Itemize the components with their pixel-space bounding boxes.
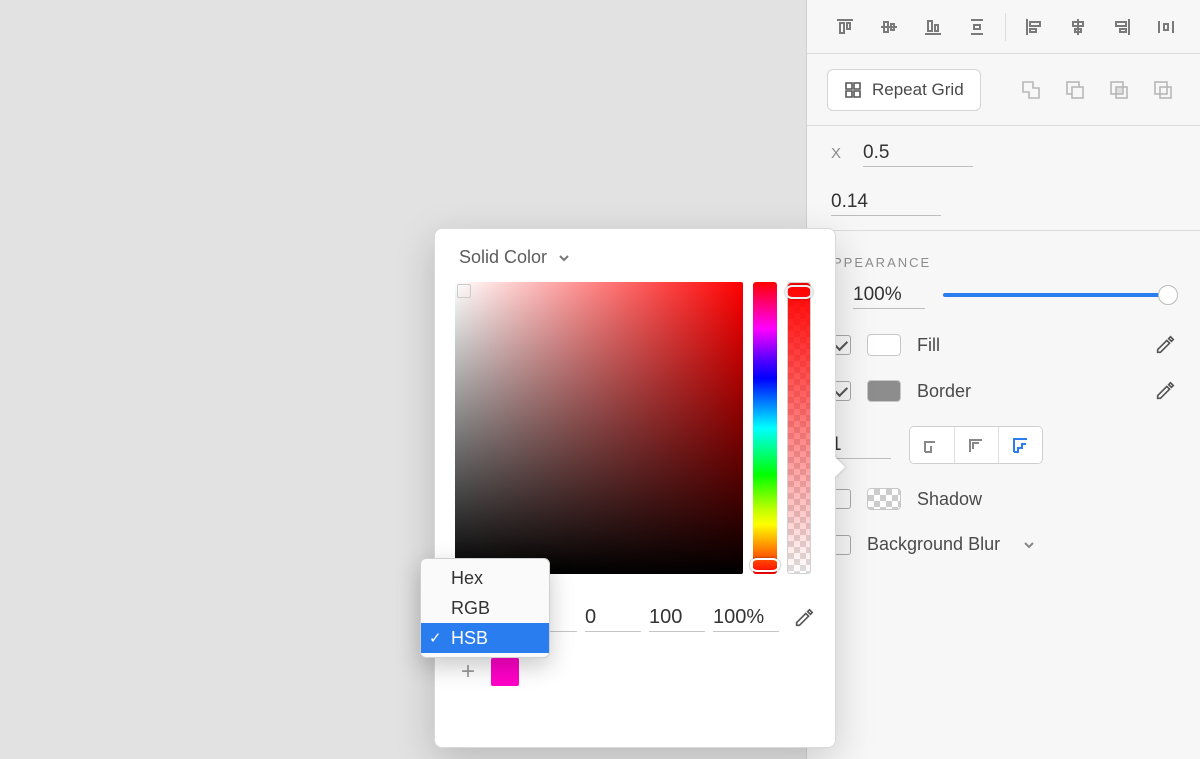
opacity-slider[interactable] — [943, 284, 1176, 306]
distribute-v-icon[interactable] — [955, 7, 999, 47]
bool-exclude-icon[interactable] — [1146, 73, 1180, 107]
boolean-ops — [1014, 73, 1180, 107]
border-eyedropper-icon[interactable] — [1154, 380, 1176, 402]
repeat-grid-button[interactable]: Repeat Grid — [827, 69, 981, 111]
transform-section: X — [807, 126, 1200, 231]
align-hcenter-icon[interactable] — [1056, 7, 1100, 47]
bgblur-row: Background Blur — [831, 534, 1176, 555]
shadow-row: Shadow — [831, 488, 1176, 510]
shadow-swatch[interactable] — [867, 488, 901, 510]
bool-union-icon[interactable] — [1014, 73, 1048, 107]
color-model-option-rgb[interactable]: RGB — [421, 593, 549, 623]
align-top-icon[interactable] — [823, 7, 867, 47]
color-model-option-hsb[interactable]: HSB — [421, 623, 549, 653]
sb-cursor[interactable] — [457, 284, 471, 298]
chevron-down-icon[interactable] — [1022, 538, 1036, 552]
slider-thumb[interactable] — [1158, 285, 1178, 305]
color-model-menu: Hex RGB HSB — [420, 558, 550, 658]
hue-slider[interactable] — [753, 282, 777, 574]
chevron-down-icon — [557, 251, 571, 265]
hue-thumb[interactable] — [750, 558, 780, 572]
stroke-outer-button[interactable] — [998, 427, 1042, 463]
opacity-input[interactable] — [853, 282, 925, 309]
color-mode-dropdown[interactable]: Solid Color — [455, 245, 815, 282]
stroke-center-button[interactable] — [954, 427, 998, 463]
appearance-section: Fill Border — [807, 280, 1200, 555]
b-input[interactable] — [649, 604, 705, 632]
color-mode-label: Solid Color — [459, 247, 547, 268]
bool-subtract-icon[interactable] — [1058, 73, 1092, 107]
tool-row: Repeat Grid — [807, 54, 1200, 126]
picker-eyedropper-icon[interactable] — [793, 607, 815, 629]
align-right-icon[interactable] — [1100, 7, 1144, 47]
border-label: Border — [917, 381, 971, 402]
x-input[interactable] — [863, 140, 973, 167]
add-swatch-button[interactable]: + — [455, 659, 481, 685]
align-bottom-icon[interactable] — [911, 7, 955, 47]
appearance-section-title: PPEARANCE — [807, 231, 1200, 280]
border-row: Border — [831, 380, 1176, 402]
border-swatch[interactable] — [867, 380, 901, 402]
border-detail-row — [831, 426, 1176, 464]
alpha-slider[interactable] — [787, 282, 811, 574]
saturation-brightness-field[interactable] — [455, 282, 743, 574]
bgblur-label: Background Blur — [867, 534, 1000, 555]
grid-icon — [844, 81, 862, 99]
shadow-label: Shadow — [917, 489, 982, 510]
secondary-value-input[interactable] — [831, 189, 941, 216]
fill-eyedropper-icon[interactable] — [1154, 334, 1176, 356]
inspector-panel: Repeat Grid X PPEARANCE — [806, 0, 1200, 759]
distribute-h-icon[interactable] — [1144, 7, 1188, 47]
a-input[interactable] — [713, 604, 779, 632]
stroke-position-group — [909, 426, 1043, 464]
alpha-thumb[interactable] — [785, 285, 813, 299]
saved-swatch-row: + — [455, 658, 815, 686]
repeat-grid-label: Repeat Grid — [872, 80, 964, 100]
align-left-icon[interactable] — [1012, 7, 1056, 47]
x-label: X — [831, 145, 849, 162]
s-input[interactable] — [585, 604, 641, 632]
alignment-toolbar — [807, 0, 1200, 54]
opacity-row — [831, 280, 1176, 310]
bool-intersect-icon[interactable] — [1102, 73, 1136, 107]
saved-swatch[interactable] — [491, 658, 519, 686]
fill-label: Fill — [917, 335, 940, 356]
color-picker-popover: Solid Color HSB + — [434, 228, 836, 748]
stroke-inner-button[interactable] — [910, 427, 954, 463]
fill-swatch[interactable] — [867, 334, 901, 356]
fill-row: Fill — [831, 334, 1176, 356]
color-model-option-hex[interactable]: Hex — [421, 563, 549, 593]
align-vcenter-icon[interactable] — [867, 7, 911, 47]
